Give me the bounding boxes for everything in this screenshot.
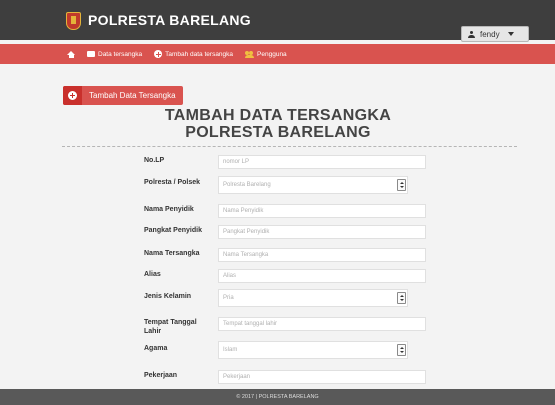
no-lp-input[interactable]: nomor LP: [218, 155, 426, 169]
main-nav: Data tersangka Tambah data tersangka Pen…: [0, 44, 555, 64]
select-arrows-icon: [397, 179, 406, 191]
nama-penyidik-input[interactable]: Nama Penyidik: [218, 204, 426, 218]
nav-label: Data tersangka: [98, 50, 143, 58]
jenis-kelamin-label: Jenis Kelamin: [144, 293, 192, 300]
alias-input[interactable]: Alias: [218, 269, 426, 283]
divider: [62, 146, 517, 147]
folder-icon: [87, 51, 95, 57]
nav-data-tersangka[interactable]: Data tersangka: [87, 51, 142, 58]
jenis-kelamin-select-value: Pria: [223, 295, 234, 301]
plus-circle-icon: [63, 86, 82, 105]
user-menu-button[interactable]: fendy: [461, 26, 529, 42]
tempat-tanggal-lahir-label: Tempat Tanggal Lahir: [144, 319, 197, 335]
agama-select-value: Islam: [223, 347, 238, 353]
plus-circle-icon: [154, 50, 163, 58]
shield-logo-icon: [66, 12, 81, 30]
chevron-down-icon: [507, 32, 514, 36]
pekerjaan-input[interactable]: Pekerjaan: [218, 370, 426, 384]
select-arrows-icon: [397, 292, 406, 304]
page: POLRESTA BARELANG fendy Data tersangka T…: [0, 0, 555, 405]
nav-pengguna[interactable]: Pengguna: [245, 50, 287, 58]
page-title: TAMBAH DATA TERSANGKA: [164, 107, 392, 124]
user-icon: [468, 30, 475, 38]
users-icon: [245, 50, 255, 58]
pangkat-penyidik-input[interactable]: Pangkat Penyidik: [218, 225, 426, 239]
footer: © 2017 | POLRESTA BARELANG: [0, 389, 555, 405]
user-name: fendy: [480, 29, 500, 39]
nama-tersangka-label: Nama Tersangka: [144, 250, 200, 257]
agama-label: Agama: [144, 345, 168, 352]
jenis-kelamin-select[interactable]: Pria: [218, 289, 408, 307]
brand-title[interactable]: POLRESTA BARELANG: [88, 12, 251, 28]
add-tersangka-button[interactable]: Tambah Data Tersangka: [63, 86, 183, 105]
add-button-label: Tambah Data Tersangka: [89, 91, 176, 100]
pekerjaan-label: Pekerjaan: [144, 372, 178, 379]
alias-label: Alias: [144, 271, 161, 278]
nav-label: Tambah data tersangka: [165, 50, 234, 58]
agama-select[interactable]: Islam: [218, 341, 408, 359]
nav-label: Pengguna: [257, 50, 287, 58]
nama-tersangka-input[interactable]: Nama Tersangka: [218, 248, 426, 262]
polresta-select-value: Polresta Barelang: [223, 182, 271, 188]
top-bar: POLRESTA BARELANG fendy: [0, 0, 555, 42]
select-arrows-icon: [397, 344, 406, 356]
page-subtitle: POLRESTA BARELANG: [185, 124, 371, 141]
no-lp-label: No.LP: [144, 157, 165, 164]
pangkat-penyidik-label: Pangkat Penyidik: [144, 227, 202, 234]
tempat-tanggal-lahir-input[interactable]: Tempat tanggal lahir: [218, 317, 426, 331]
nav-tambah-data-tersangka[interactable]: Tambah data tersangka: [154, 50, 233, 58]
nav-home[interactable]: [67, 50, 75, 58]
polresta-select[interactable]: Polresta Barelang: [218, 176, 408, 194]
polresta-label: Polresta / Polsek: [144, 179, 201, 186]
home-icon: [67, 50, 75, 58]
nama-penyidik-label: Nama Penyidik: [144, 206, 194, 213]
